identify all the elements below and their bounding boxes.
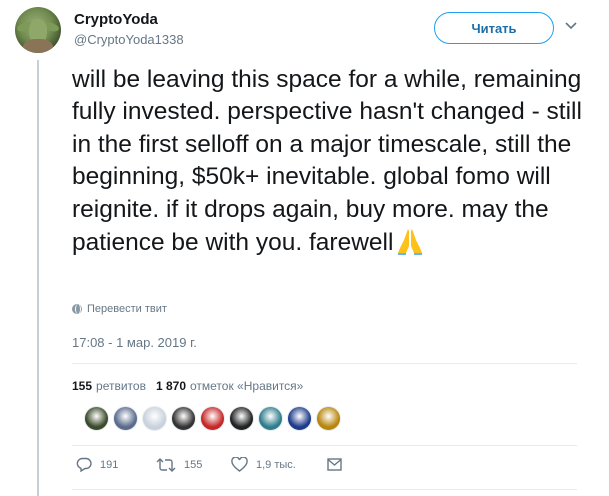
reply-icon xyxy=(76,457,92,472)
liker-avatar[interactable] xyxy=(200,406,225,431)
folded-hands-emoji xyxy=(398,229,423,256)
chevron-down-icon[interactable] xyxy=(565,22,577,30)
divider xyxy=(72,445,577,446)
heart-icon xyxy=(231,457,248,472)
author-avatar[interactable] xyxy=(15,7,61,53)
retweet-button[interactable]: 155 xyxy=(156,457,231,472)
liker-avatar[interactable] xyxy=(229,406,254,431)
liker-avatar[interactable] xyxy=(84,406,109,431)
translate-label: Перевести твит xyxy=(87,303,167,315)
like-count: 1,9 тыс. xyxy=(256,458,296,471)
tweet-text: will be leaving this space for a while, … xyxy=(72,64,592,259)
tweet-timestamp[interactable]: 17:08 - 1 мар. 2019 г. xyxy=(72,335,197,350)
tweet-actions: 191 155 1,9 тыс. xyxy=(76,457,342,472)
thread-line xyxy=(37,60,39,496)
engagement-stats: 155 ретвитов 1 870 отметок «Нравится» xyxy=(72,379,303,393)
retweet-count: 155 xyxy=(184,458,203,471)
follow-button[interactable]: Читать xyxy=(434,12,554,44)
reply-count: 191 xyxy=(100,458,119,471)
author-handle[interactable]: @CryptoYoda1338 xyxy=(74,32,184,47)
liker-avatar[interactable] xyxy=(316,406,341,431)
liker-avatar[interactable] xyxy=(258,406,283,431)
liker-avatars xyxy=(84,406,341,431)
liker-avatar[interactable] xyxy=(142,406,167,431)
like-button[interactable]: 1,9 тыс. xyxy=(231,457,327,472)
divider xyxy=(72,489,577,490)
likes-label: отметок «Нравится» xyxy=(190,379,304,393)
divider xyxy=(72,363,577,364)
retweets-label: ретвитов xyxy=(96,379,146,393)
likes-count: 1 870 xyxy=(155,379,186,393)
retweets-count: 155 xyxy=(72,379,93,393)
liker-avatar[interactable] xyxy=(287,406,312,431)
reply-button[interactable]: 191 xyxy=(76,457,156,472)
liker-avatar[interactable] xyxy=(171,406,196,431)
retweet-stats[interactable]: 155 ретвитов xyxy=(72,379,146,393)
liker-avatar[interactable] xyxy=(113,406,138,431)
envelope-icon xyxy=(327,458,342,471)
direct-message-button[interactable] xyxy=(327,458,342,471)
author-name[interactable]: CryptoYoda xyxy=(74,11,158,28)
translate-link[interactable]: Перевести твит xyxy=(72,303,167,315)
like-stats[interactable]: 1 870 отметок «Нравится» xyxy=(156,379,303,393)
globe-icon xyxy=(72,304,82,314)
retweet-icon xyxy=(156,457,176,472)
tweet-body: will be leaving this space for a while, … xyxy=(72,66,582,257)
